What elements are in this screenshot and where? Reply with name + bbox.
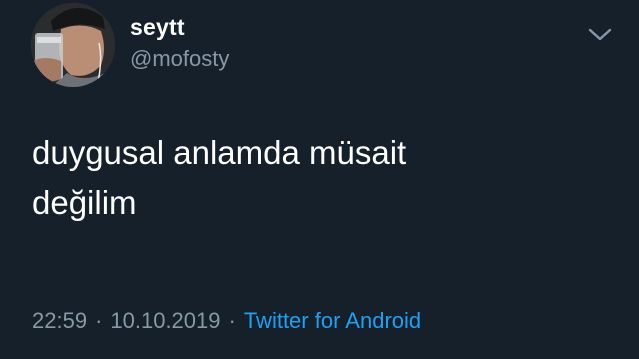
profile-photo <box>31 3 115 87</box>
tweet-time[interactable]: 22:59 <box>32 308 87 333</box>
user-handle[interactable]: @mofosty <box>130 44 229 74</box>
user-info[interactable]: seytt @mofosty <box>130 12 229 74</box>
tweet-text-line: değilim <box>32 184 137 221</box>
avatar[interactable] <box>31 3 115 87</box>
meta-separator: · <box>228 308 236 333</box>
tweet-card: seytt @mofosty duygusal anlamda müsait d… <box>0 0 639 359</box>
tweet-source-link[interactable]: Twitter for Android <box>244 308 421 333</box>
tweet-meta: 22:59 · 10.10.2019 · Twitter for Android <box>32 306 421 336</box>
tweet-date[interactable]: 10.10.2019 <box>110 308 220 333</box>
tweet-text-line: duygusal anlamda müsait <box>32 134 407 171</box>
display-name[interactable]: seytt <box>130 12 229 42</box>
chevron-down-icon-graphic <box>588 28 612 41</box>
tweet-text: duygusal anlamda müsait değilim <box>32 128 612 228</box>
meta-separator: · <box>95 308 103 333</box>
chevron-down-icon[interactable] <box>585 22 615 46</box>
